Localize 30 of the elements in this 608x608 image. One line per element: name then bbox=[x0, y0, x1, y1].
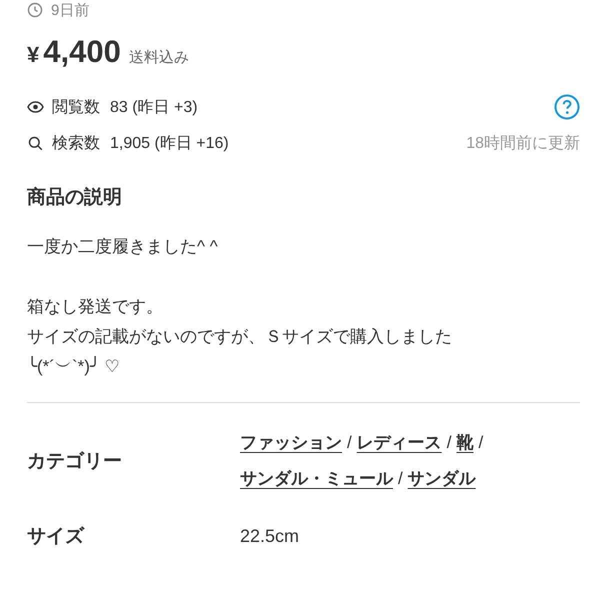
currency-symbol: ¥ bbox=[27, 42, 40, 68]
category-link[interactable]: ファッション bbox=[240, 433, 342, 452]
eye-icon bbox=[27, 101, 44, 113]
detail-label: カテゴリー bbox=[27, 450, 123, 474]
separator-slash: / bbox=[478, 433, 484, 452]
separator-slash: / bbox=[347, 433, 352, 452]
stat-value: 83 (昨日 +3) bbox=[110, 98, 198, 118]
section-heading: 商品の説明 bbox=[27, 186, 123, 210]
stat-label: 検索数 bbox=[52, 134, 100, 154]
category-link[interactable]: サンダル・ミュール bbox=[240, 469, 393, 488]
category-link[interactable]: 靴 bbox=[456, 433, 474, 452]
detail-value: 22.5cm bbox=[240, 526, 300, 546]
updated-time: 18時間前に更新 bbox=[466, 134, 580, 154]
stat-label: 閲覧数 bbox=[52, 98, 100, 118]
posted-time: 9日前 bbox=[51, 0, 90, 20]
category-link[interactable]: サンダル bbox=[408, 469, 476, 488]
description-line: ╰(*´︶`*)╯ ♡ bbox=[27, 355, 120, 378]
price-amount: 4,400 bbox=[43, 34, 121, 70]
stat-value: 1,905 (昨日 +16) bbox=[110, 134, 229, 154]
shipping-note: 送料込み bbox=[128, 48, 189, 67]
category-link[interactable]: レディース bbox=[356, 433, 442, 452]
description-line: 一度か二度履きました^ ^ bbox=[27, 236, 218, 258]
description-line: 箱なし発送です。 bbox=[27, 296, 163, 318]
help-icon[interactable] bbox=[554, 94, 580, 120]
separator-slash: / bbox=[398, 469, 403, 488]
separator-slash: / bbox=[446, 433, 452, 452]
detail-label: サイズ bbox=[27, 525, 86, 549]
clock-icon bbox=[27, 2, 43, 18]
description-line: サイズの記載がないのですが、Ｓサイズで購入しました bbox=[27, 326, 452, 348]
search-icon bbox=[27, 136, 44, 150]
